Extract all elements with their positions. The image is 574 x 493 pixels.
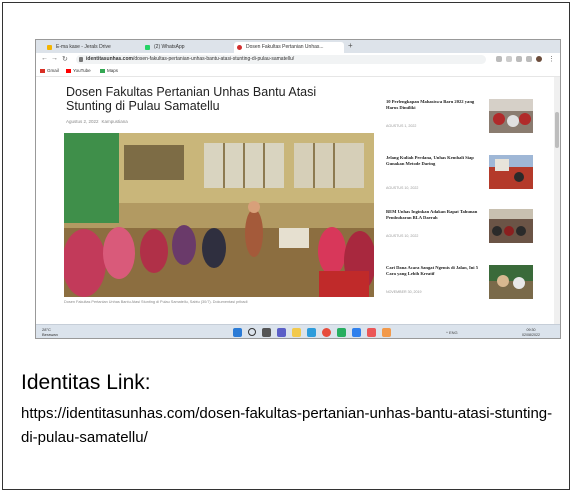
sidebar-thumbnail [489, 265, 533, 299]
chat-icon[interactable] [277, 328, 286, 337]
app-icon[interactable] [367, 328, 376, 337]
gmail-icon [40, 69, 45, 73]
bookmark-maps[interactable]: Maps [107, 66, 118, 76]
chrome-icon[interactable] [322, 328, 331, 337]
store-icon[interactable] [382, 328, 391, 337]
page-scrollbar[interactable] [554, 77, 560, 324]
excel-icon[interactable] [337, 328, 346, 337]
word-icon[interactable] [352, 328, 361, 337]
sidebar-post[interactable]: 10 Perlengkapan Mahasiswa Baru 2022 yang… [386, 99, 551, 141]
task-view-icon[interactable] [262, 328, 271, 337]
photo-caption: Dosen Fakultas Pertanian Unhas Bantu Ata… [64, 300, 248, 304]
share-icon[interactable] [496, 56, 502, 62]
tab-drive[interactable]: E-ma kase - Jerals Drive [44, 42, 139, 53]
slide-frame: E-ma kase - Jerals Drive (2) WhatsApp Do… [2, 2, 570, 490]
drive-icon [47, 45, 52, 50]
reload-icon[interactable]: ↻ [62, 55, 68, 63]
url-path: /dosen-fakultas-pertanian-unhas-bantu-at… [132, 56, 295, 62]
sidebar-post-date: AGUSTUS 10, 2022 [386, 234, 419, 238]
article-link[interactable]: https://identitasunhas.com/dosen-fakulta… [21, 402, 561, 450]
tab-label: (2) WhatsApp [154, 44, 185, 50]
link-heading: Identitas Link: [21, 371, 151, 394]
sidebar-post[interactable]: Jelang Kuliah Perdana, Unhas Kembali Sia… [386, 155, 551, 197]
tab-whatsapp[interactable]: (2) WhatsApp [142, 42, 232, 53]
article-meta: Agustus 2, 2022 Kampustiana [66, 119, 128, 124]
web-page: Dosen Fakultas Pertanian Unhas Bantu Ata… [36, 77, 556, 338]
address-bar-row: ← → ↻ identitasunhas.com/dosen-fakultas-… [36, 53, 560, 67]
sidebar-post[interactable]: Cari Dana Acara Sangat Ngemis di Jalan, … [386, 265, 551, 307]
article-date: Agustus 2, 2022 [66, 119, 99, 124]
clock[interactable]: 09:30 02/08/2022 [522, 328, 540, 337]
scrollbar-thumb[interactable] [555, 112, 559, 148]
system-tray[interactable]: ^ ENG [446, 330, 458, 335]
forward-icon[interactable]: → [51, 55, 58, 62]
clock-date: 02/08/2022 [522, 332, 540, 337]
sidebar-post[interactable]: BEM Unhas Inginkan Adakan Rapat Tahunan … [386, 209, 551, 251]
sidebar-post-date: NOVEMBER 30, 2019 [386, 290, 422, 294]
edge-icon[interactable] [307, 328, 316, 337]
extension-icon[interactable] [516, 56, 522, 62]
browser-screenshot: E-ma kase - Jerals Drive (2) WhatsApp Do… [35, 39, 561, 339]
lock-icon [79, 57, 83, 62]
sidebar-thumbnail [489, 155, 533, 189]
sidebar-thumbnail [489, 99, 533, 133]
start-icon[interactable] [233, 328, 242, 337]
tab-label: Dosen Fakultas Pertanian Unhas... [246, 44, 324, 50]
menu-icon[interactable]: ⋮ [548, 55, 555, 63]
bookmarks-bar: Gmail YouTube Maps [36, 66, 560, 77]
profile-icon[interactable] [536, 56, 542, 62]
maps-icon [100, 69, 105, 73]
bookmark-gmail[interactable]: Gmail [47, 66, 59, 76]
sidebar-post-date: AGUSTUS 10, 2022 [386, 186, 419, 190]
star-icon[interactable] [506, 56, 512, 62]
identitas-icon [237, 45, 242, 50]
sidepanel-icon[interactable] [526, 56, 532, 62]
tab-bar: E-ma kase - Jerals Drive (2) WhatsApp Do… [36, 40, 560, 53]
sidebar-thumbnail [489, 209, 533, 243]
sidebar-post-title[interactable]: 10 Perlengkapan Mahasiswa Baru 2022 yang… [386, 99, 482, 111]
file-explorer-icon[interactable] [292, 328, 301, 337]
weather-widget[interactable]: 28°C Berawan [42, 327, 58, 337]
sidebar-post-title[interactable]: Jelang Kuliah Perdana, Unhas Kembali Sia… [386, 155, 482, 167]
whatsapp-icon [145, 45, 150, 50]
bookmark-youtube[interactable]: YouTube [73, 66, 91, 76]
url-input[interactable]: identitasunhas.com/dosen-fakultas-pertan… [76, 55, 486, 64]
tab-label: E-ma kase - Jerals Drive [56, 44, 111, 50]
sidebar-post-title[interactable]: Cari Dana Acara Sangat Ngemis di Jalan, … [386, 265, 482, 277]
sidebar-post-title[interactable]: BEM Unhas Inginkan Adakan Rapat Tahunan … [386, 209, 482, 221]
youtube-icon [66, 69, 71, 73]
back-icon[interactable]: ← [41, 55, 48, 62]
url-host: identitasunhas.com [86, 56, 133, 62]
article-photo [64, 133, 374, 297]
windows-taskbar: 28°C Berawan ^ ENG 09:30 02/08/2022 [36, 324, 560, 338]
search-icon[interactable] [248, 328, 256, 336]
classroom-photo [64, 133, 374, 297]
article-category[interactable]: Kampustiana [102, 119, 128, 124]
article-title: Dosen Fakultas Pertanian Unhas Bantu Ata… [66, 85, 317, 113]
new-tab-button[interactable]: + [348, 41, 353, 50]
sidebar-post-date: AGUSTUS 1, 2022 [386, 124, 417, 128]
tab-identitas[interactable]: Dosen Fakultas Pertanian Unhas... [234, 42, 344, 53]
weather-desc: Berawan [42, 332, 58, 337]
